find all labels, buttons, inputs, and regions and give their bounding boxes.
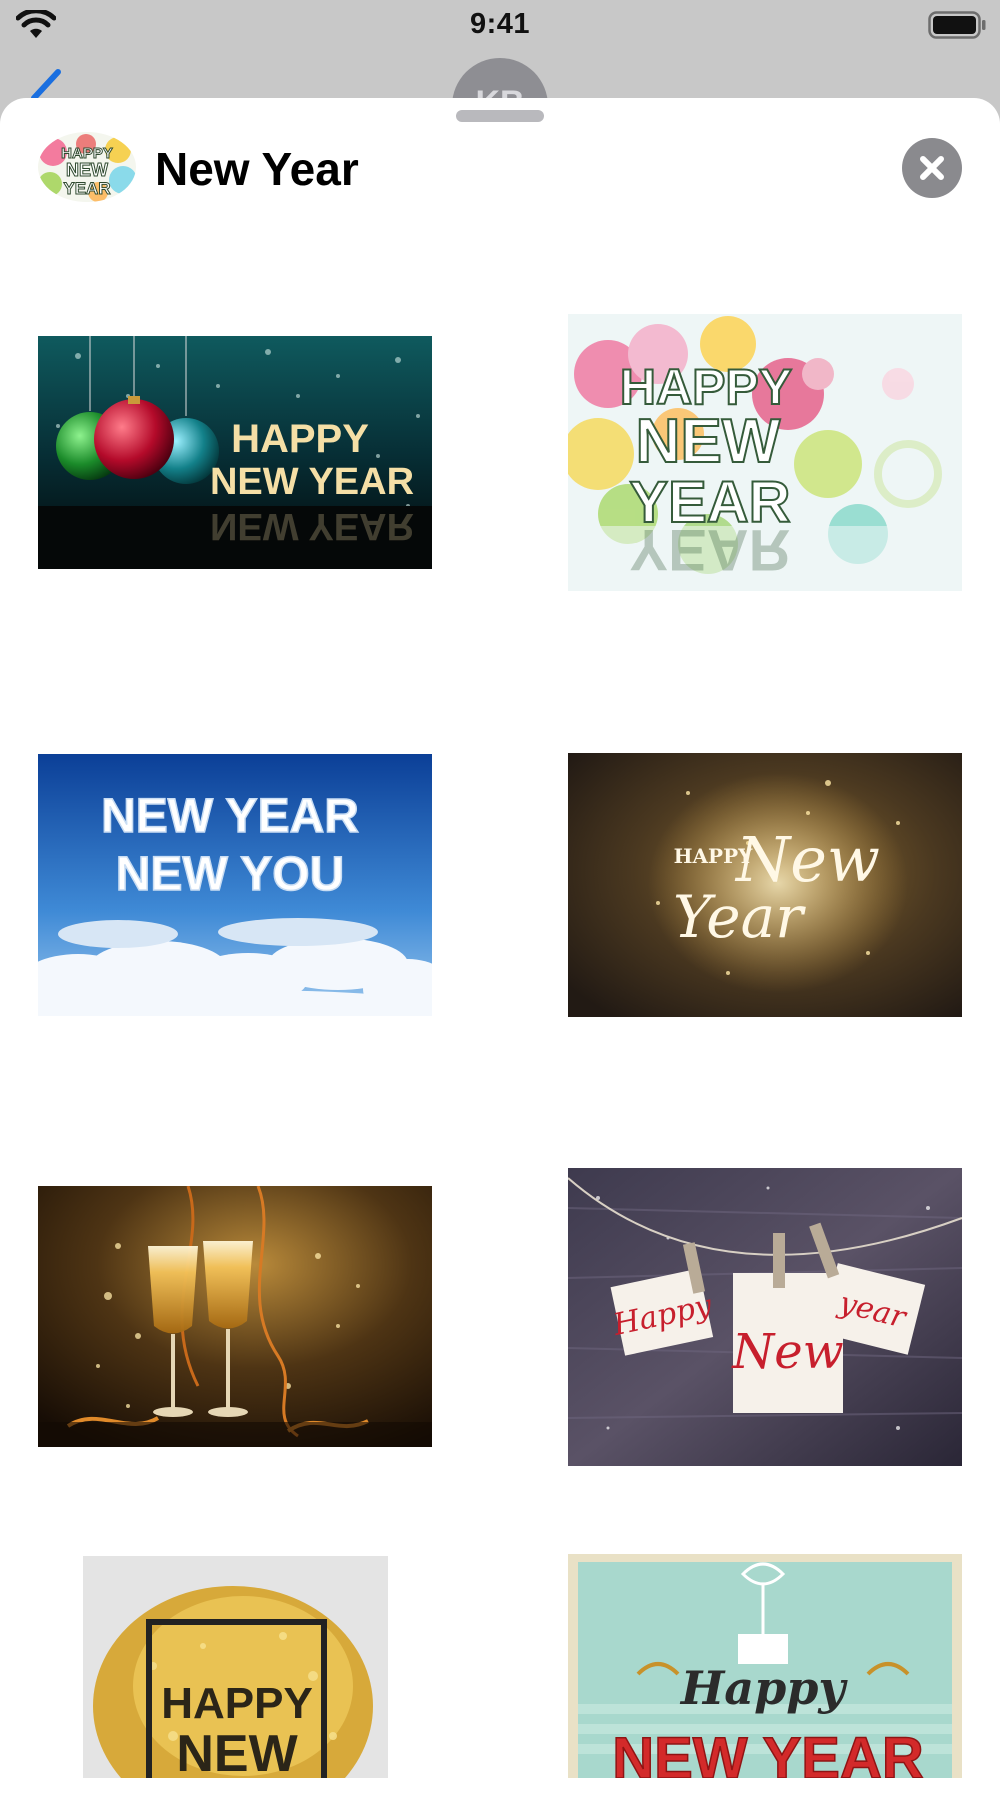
- battery-icon: [928, 11, 986, 39]
- app-icon-text-new: NEW: [66, 160, 108, 180]
- sticker-7-line-2: NEW: [176, 1725, 298, 1778]
- sheet-title: New Year: [155, 143, 359, 195]
- svg-text:NEW YEAR: NEW YEAR: [210, 505, 414, 547]
- sticker-8-tile[interactable]: Happy NEW YEAR: [568, 1554, 962, 1778]
- new-year-app-icon: HAPPY NEW YEAR: [38, 132, 136, 202]
- sticker-1-line-2: NEW YEAR: [210, 461, 414, 503]
- sticker-2-line-2: NEW: [636, 407, 781, 476]
- sticker-4-line-3: Year: [673, 883, 806, 951]
- close-icon: [920, 156, 944, 180]
- sticker-1-line-1: HAPPY: [231, 417, 369, 461]
- sticker-7-line-1: HAPPY: [161, 1679, 313, 1728]
- back-chevron-icon[interactable]: [22, 68, 64, 102]
- app-icon-text-year: YEAR: [63, 179, 110, 198]
- sticker-6-tile[interactable]: Happy New year: [568, 1168, 962, 1466]
- sticker-5-tile[interactable]: [38, 1186, 432, 1447]
- sticker-1-tile[interactable]: HAPPY NEW YEAR NEW YEAR: [38, 336, 432, 569]
- status-time: 9:41: [469, 8, 531, 40]
- sticker-8-line-1: Happy: [679, 1661, 849, 1715]
- close-button[interactable]: [902, 138, 962, 198]
- svg-text:YEAR: YEAR: [629, 517, 790, 582]
- sticker-sheet: HAPPY NEW YEAR New Year HAPPY NEW YEAR N…: [0, 98, 1000, 1798]
- sticker-8-line-2: NEW YEAR: [612, 1726, 924, 1778]
- sticker-3-line-2: NEW YOU: [116, 848, 344, 901]
- sticker-3-tile[interactable]: NEW YEAR NEW YOU: [38, 754, 432, 1016]
- sticker-7-tile[interactable]: HAPPY NEW: [83, 1556, 388, 1778]
- sticker-2-tile[interactable]: HAPPY NEW YEAR YEAR: [568, 314, 962, 591]
- status-bar: 9:41: [0, 0, 1000, 50]
- sticker-4-tile[interactable]: HAPPY New Year: [568, 753, 962, 1017]
- sticker-3-line-1: NEW YEAR: [101, 790, 359, 843]
- sheet-header: HAPPY NEW YEAR New Year: [0, 98, 1000, 238]
